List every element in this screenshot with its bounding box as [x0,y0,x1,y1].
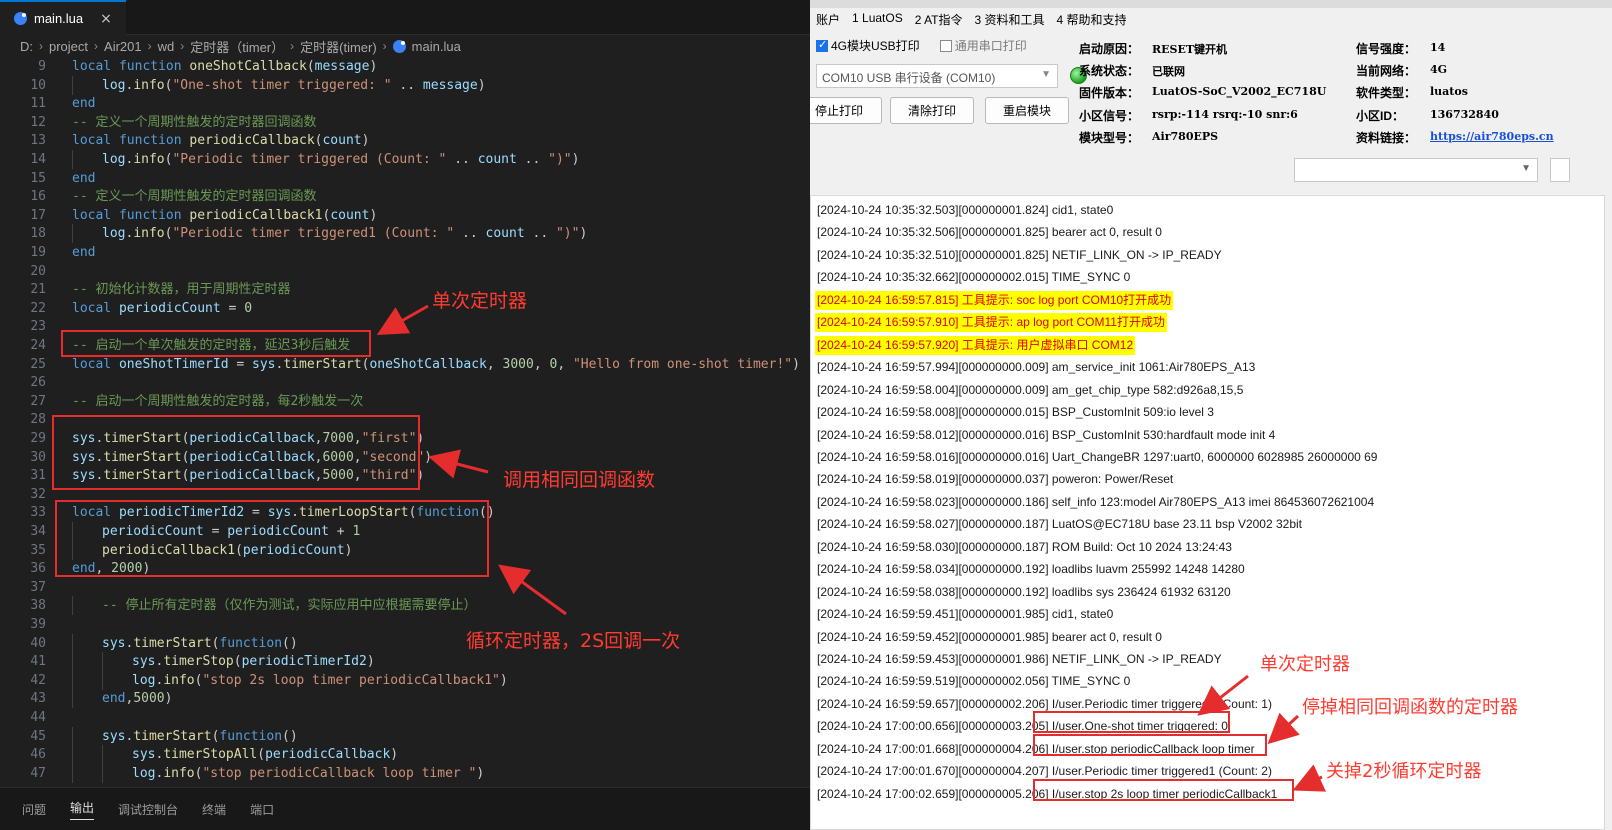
panel-tab[interactable]: 端口 [250,801,274,818]
panel-tab[interactable]: 问题 [22,801,46,818]
code-editor: main.lua × D: › project › Air201 › wd › … [0,0,810,830]
annotation-same-callback: 调用相同回调函数 [503,469,656,491]
panel-tab-bar: 问题 输出 调试控制台 终端 端口 [0,787,810,830]
arrow-oneshot-log [1197,674,1249,716]
arrow-stop-loop-log [1292,764,1327,792]
luatools-window: 账户 1 LuatOS 2 AT指令 3 资料和工具 4 帮助和支持 4G模块U… [810,0,1612,830]
annotation-loop-timer: 循环定时器，2S回调一次 [466,630,681,652]
panel-tab[interactable]: 终端 [202,801,226,818]
annotation-single-timer-log: 单次定时器 [1260,654,1350,675]
annotation-stop-same-callback: 停掉相同回调函数的定时器 [1302,697,1518,718]
annotation-single-timer: 单次定时器 [432,290,528,312]
annotation-arrows [376,304,567,616]
arrow-loop-timer [498,564,567,616]
panel-tab[interactable]: 调试控制台 [118,801,178,818]
arrow-oneshot [376,304,429,335]
arrow-stop-callback-log [1267,712,1300,745]
panel-tab[interactable]: 输出 [70,799,95,820]
annotation-stop-loop: 关掉2秒循环定时器 [1326,761,1482,782]
arrow-same-callback [428,449,489,479]
